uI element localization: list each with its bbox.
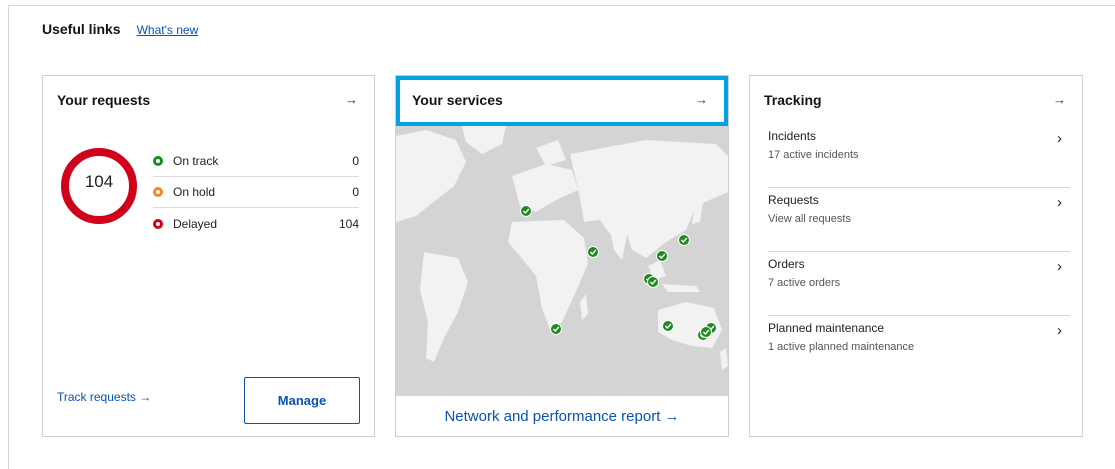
tracking-card: Tracking → Incidents 17 active incidents… — [749, 75, 1083, 437]
status-count: 0 — [352, 154, 359, 168]
arrow-right-icon: → — [139, 390, 152, 404]
on-track-icon — [153, 156, 163, 166]
arrow-right-icon: → — [660, 407, 680, 425]
manage-button[interactable]: Manage — [244, 377, 360, 424]
status-label: On hold — [173, 185, 216, 199]
tracking-list: Incidents 17 active incidents › Requests… — [768, 124, 1070, 380]
status-count: 0 — [352, 185, 359, 199]
service-location-marker[interactable] — [656, 250, 668, 262]
arrow-right-icon[interactable]: → — [1053, 92, 1066, 107]
chevron-right-icon: › — [1057, 322, 1062, 339]
tracking-item-requests[interactable]: Requests View all requests › — [768, 188, 1070, 252]
chevron-right-icon: › — [1057, 258, 1062, 275]
on-hold-icon — [153, 187, 163, 197]
service-location-marker[interactable] — [678, 234, 690, 246]
arrow-right-icon[interactable]: → — [345, 92, 358, 107]
requests-card-header[interactable]: Your requests → — [43, 76, 374, 126]
status-row-delayed: Delayed 104 — [153, 208, 359, 239]
services-card-title: Your services — [412, 92, 503, 108]
network-performance-report-link[interactable]: Network and performance report → — [396, 396, 728, 436]
tracking-item-subtitle: 1 active planned maintenance — [768, 341, 915, 353]
services-card-header[interactable]: Your services → — [396, 76, 728, 126]
delayed-icon — [153, 218, 163, 229]
service-location-marker[interactable] — [647, 276, 659, 288]
requests-card-title: Your requests — [57, 92, 151, 108]
tracking-item-title: Orders — [768, 257, 805, 271]
status-label: On track — [173, 154, 219, 168]
service-location-marker[interactable] — [700, 326, 712, 338]
tracking-item-title: Requests — [768, 193, 819, 207]
world-map[interactable] — [396, 126, 728, 396]
tracking-card-title: Tracking — [764, 92, 822, 108]
tracking-item-incidents[interactable]: Incidents 17 active incidents › — [768, 124, 1070, 188]
requests-card: Your requests → 104 On track 0 On hold 0… — [42, 75, 375, 437]
tracking-item-subtitle: View all requests — [768, 213, 851, 225]
track-requests-label: Track requests — [57, 390, 136, 404]
service-location-marker[interactable] — [520, 205, 532, 217]
track-requests-link[interactable]: Track requests → — [57, 390, 151, 404]
tracking-item-title: Incidents — [768, 129, 817, 143]
tracking-item-orders[interactable]: Orders 7 active orders › — [768, 252, 1070, 316]
tracking-item-planned-maintenance[interactable]: Planned maintenance 1 active planned mai… — [768, 316, 1070, 380]
status-row-on-hold: On hold 0 — [153, 177, 359, 208]
useful-links-header: Useful links What's new — [42, 21, 198, 37]
arrow-right-icon[interactable]: → — [695, 92, 708, 122]
status-label: Delayed — [173, 216, 218, 231]
status-count: 104 — [338, 216, 359, 231]
service-location-marker[interactable] — [587, 246, 599, 258]
service-location-marker[interactable] — [550, 323, 562, 335]
useful-links-title: Useful links — [42, 21, 121, 37]
chevron-right-icon: › — [1057, 194, 1062, 211]
service-location-marker[interactable] — [662, 320, 674, 332]
status-row-on-track: On track 0 — [153, 146, 359, 177]
tracking-item-subtitle: 7 active orders — [768, 277, 841, 289]
chevron-right-icon: › — [1057, 130, 1062, 147]
requests-total: 104 — [84, 172, 114, 191]
network-report-label: Network and performance report — [444, 407, 661, 425]
whats-new-link[interactable]: What's new — [137, 23, 199, 37]
tracking-item-subtitle: 17 active incidents — [768, 149, 859, 161]
tracking-card-header[interactable]: Tracking → — [750, 76, 1082, 126]
services-card: Your services → Network and performance … — [395, 75, 729, 437]
request-status-list: On track 0 On hold 0 Delayed 104 — [153, 146, 359, 239]
tracking-item-title: Planned maintenance — [768, 321, 885, 335]
